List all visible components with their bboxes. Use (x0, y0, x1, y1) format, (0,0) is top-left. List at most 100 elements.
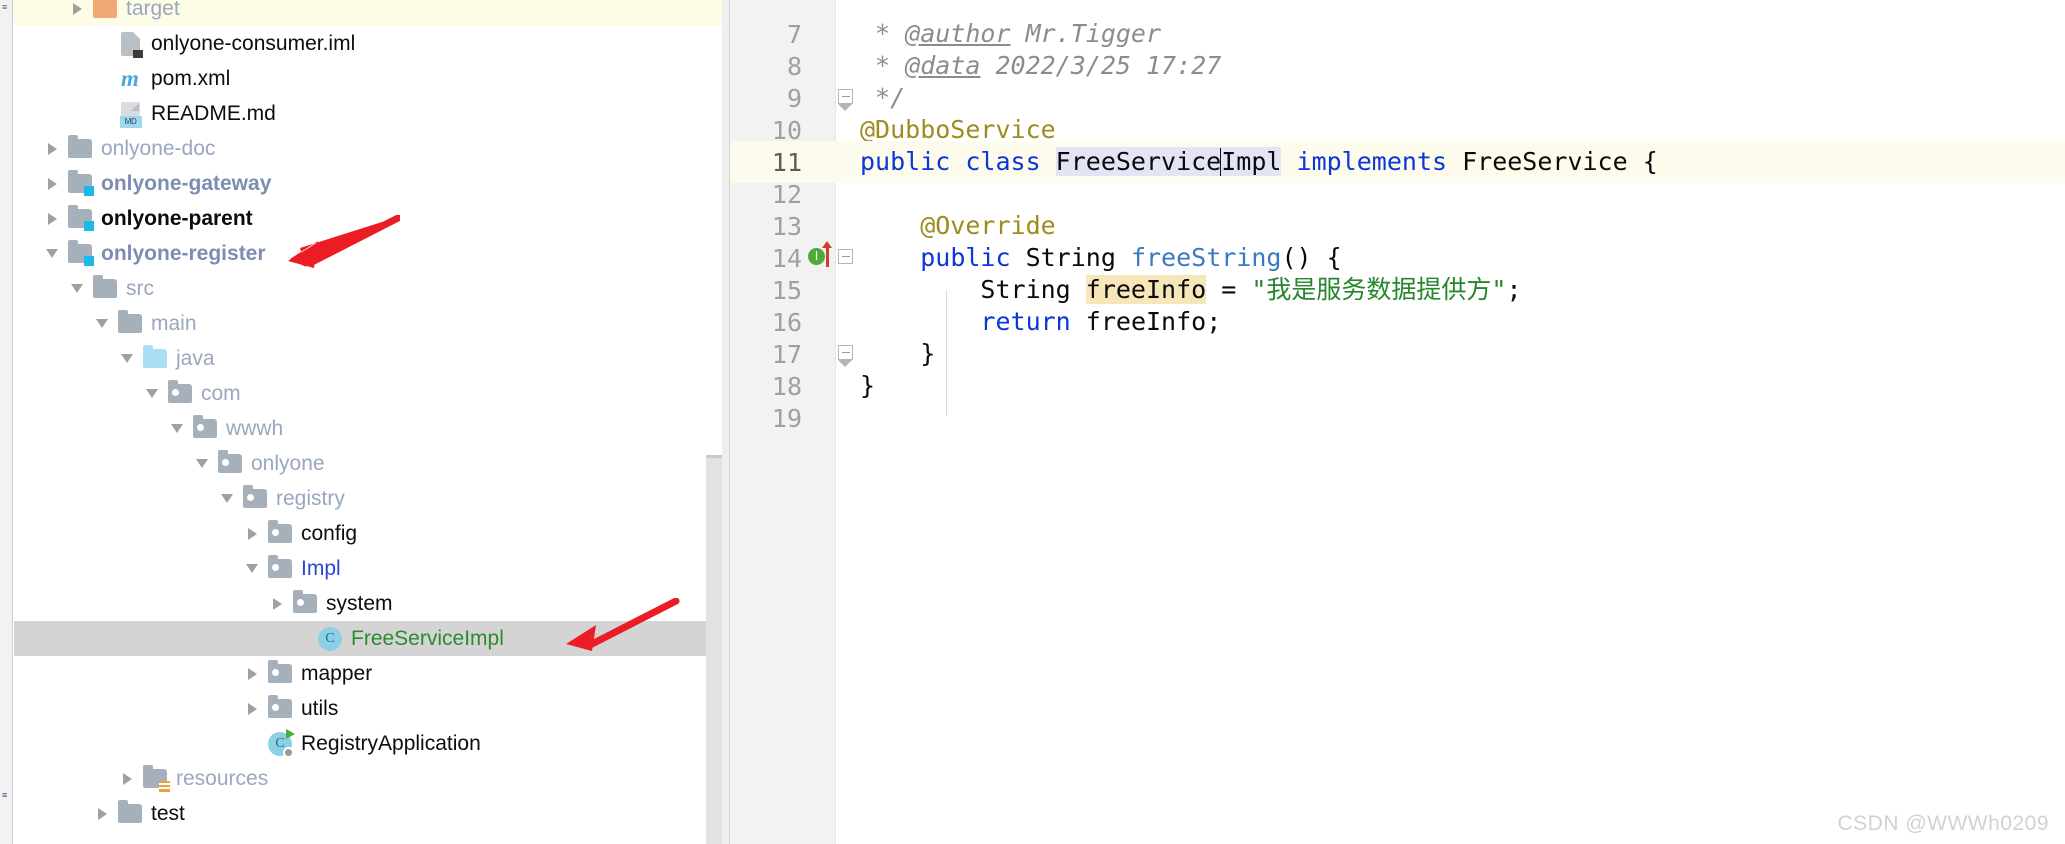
tree-row-onlyone[interactable]: onlyone (14, 446, 723, 481)
tree-row-onlyone-consumer-iml[interactable]: onlyone-consumer.iml (14, 26, 723, 61)
node-icon (140, 765, 170, 792)
tree-row-target[interactable]: target (14, 0, 723, 26)
resources-folder-icon (143, 765, 170, 792)
code-folding-area[interactable] (834, 397, 860, 439)
tree-row-pom-xml[interactable]: m pom.xml (14, 61, 723, 96)
tree-row-readme-md[interactable]: MD README.md (14, 96, 723, 131)
runnable-class-icon: C (268, 728, 295, 758)
chevron-down-icon[interactable] (64, 284, 90, 293)
tree-row-registry[interactable]: registry (14, 481, 723, 516)
chevron-down-icon[interactable] (89, 319, 115, 328)
code-editor[interactable]: 7 * @author Mr.Tigger 8 * @data 2022/3/25… (730, 0, 2065, 844)
chevron-right-icon[interactable] (239, 702, 265, 715)
package-folder-icon (268, 660, 292, 683)
node-icon (165, 380, 195, 407)
folder-icon (118, 800, 142, 823)
chevron-down-icon[interactable] (214, 494, 240, 503)
chevron-right-icon[interactable] (39, 142, 65, 155)
tree-row-label: onlyone-doc (101, 136, 216, 160)
chevron-down-icon[interactable] (114, 354, 140, 363)
code-token: String (1025, 243, 1131, 272)
code-token: freeInfo; (1070, 307, 1222, 336)
tree-row-test[interactable]: test (14, 796, 723, 831)
package-folder-icon (243, 485, 267, 508)
chevron-right-icon[interactable] (239, 527, 265, 540)
node-icon (90, 0, 120, 22)
code-token: */ (860, 83, 906, 112)
tree-row-utils[interactable]: utils (14, 691, 723, 726)
node-icon (115, 31, 145, 58)
chevron-right-icon[interactable] (64, 2, 90, 15)
tree-row-label: onlyone-gateway (101, 171, 272, 195)
package-folder-icon (218, 450, 242, 473)
chevron-down-icon[interactable] (239, 564, 265, 573)
fold-start-icon[interactable] (838, 249, 853, 264)
tree-row-resources[interactable]: resources (14, 761, 723, 796)
module-folder-icon (68, 240, 94, 266)
tree-row-label: onlyone-register (101, 241, 266, 265)
tree-row-label: onlyone (251, 451, 325, 475)
gutter-marker-area[interactable] (808, 397, 834, 439)
project-tree-scrollbar[interactable] (706, 455, 722, 844)
tree-row-label: main (151, 311, 197, 335)
code-token: "我是服务数据提供方" (1251, 275, 1507, 304)
node-icon (265, 520, 295, 547)
tree-row-com[interactable]: com (14, 376, 723, 411)
package-folder-icon (168, 380, 192, 403)
tree-row-label: README.md (151, 101, 276, 125)
tree-row-label: config (301, 521, 358, 545)
chevron-down-icon[interactable] (139, 389, 165, 398)
tree-row-java[interactable]: java (14, 341, 723, 376)
chevron-down-icon[interactable] (164, 424, 190, 433)
chevron-down-icon[interactable] (189, 459, 215, 468)
tree-row-label: RegistryApplication (301, 731, 481, 755)
tree-row-onlyone-doc[interactable]: onlyone-doc (14, 131, 723, 166)
node-icon: C (265, 728, 295, 758)
code-token: * (860, 51, 906, 80)
ide-window: ≡ ≡ target onlyone-consumer.iml m pom.xml MD… (0, 0, 2065, 844)
chevron-right-icon[interactable] (39, 177, 65, 190)
chevron-right-icon[interactable] (264, 597, 290, 610)
tree-row-onlyone-parent[interactable]: onlyone-parent (14, 201, 723, 236)
stripe-top-icon[interactable]: ≡ (2, 2, 11, 12)
code-token: freeString (1130, 243, 1282, 272)
project-tool-window[interactable]: target onlyone-consumer.iml m pom.xml MD READ… (14, 0, 723, 844)
tree-row-label: src (126, 276, 154, 300)
override-arrow-icon[interactable] (822, 241, 832, 267)
chevron-right-icon[interactable] (39, 212, 65, 225)
tree-row-label: registry (276, 486, 345, 510)
tree-row-onlyone-register[interactable]: onlyone-register (14, 236, 723, 271)
tree-row-freeserviceimpl[interactable]: C FreeServiceImpl (14, 621, 723, 656)
node-icon (265, 555, 295, 582)
stripe-bottom-icon[interactable]: ≡ (2, 790, 11, 800)
tree-row-label: utils (301, 696, 339, 720)
code-line-19[interactable]: 19 (730, 397, 2065, 439)
tree-row-label: pom.xml (151, 66, 231, 90)
tree-row-mapper[interactable]: mapper (14, 656, 723, 691)
implements-method-icon[interactable]: I (808, 248, 825, 265)
tree-row-wwwh[interactable]: wwwh (14, 411, 723, 446)
tree-row-config[interactable]: config (14, 516, 723, 551)
tree-row-system[interactable]: system (14, 586, 723, 621)
tree-row-label: onlyone-parent (101, 206, 253, 230)
package-folder-icon (193, 415, 217, 438)
code-token: implements (1296, 147, 1448, 176)
tree-row-main[interactable]: main (14, 306, 723, 341)
fold-end-icon[interactable] (837, 345, 853, 367)
tree-row-onlyone-gateway[interactable]: onlyone-gateway (14, 166, 723, 201)
tree-row-impl[interactable]: Impl (14, 551, 723, 586)
chevron-right-icon[interactable] (239, 667, 265, 680)
tree-row-registryapplication[interactable]: C RegistryApplication (14, 726, 723, 761)
tree-row-src[interactable]: src (14, 271, 723, 306)
fold-end-icon[interactable] (837, 89, 853, 111)
node-icon (265, 660, 295, 687)
panel-splitter[interactable] (722, 0, 730, 844)
chevron-right-icon[interactable] (89, 807, 115, 820)
node-icon (65, 205, 95, 232)
code-token: public class (860, 147, 1056, 176)
chevron-down-icon[interactable] (39, 249, 65, 258)
chevron-right-icon[interactable] (114, 772, 140, 785)
